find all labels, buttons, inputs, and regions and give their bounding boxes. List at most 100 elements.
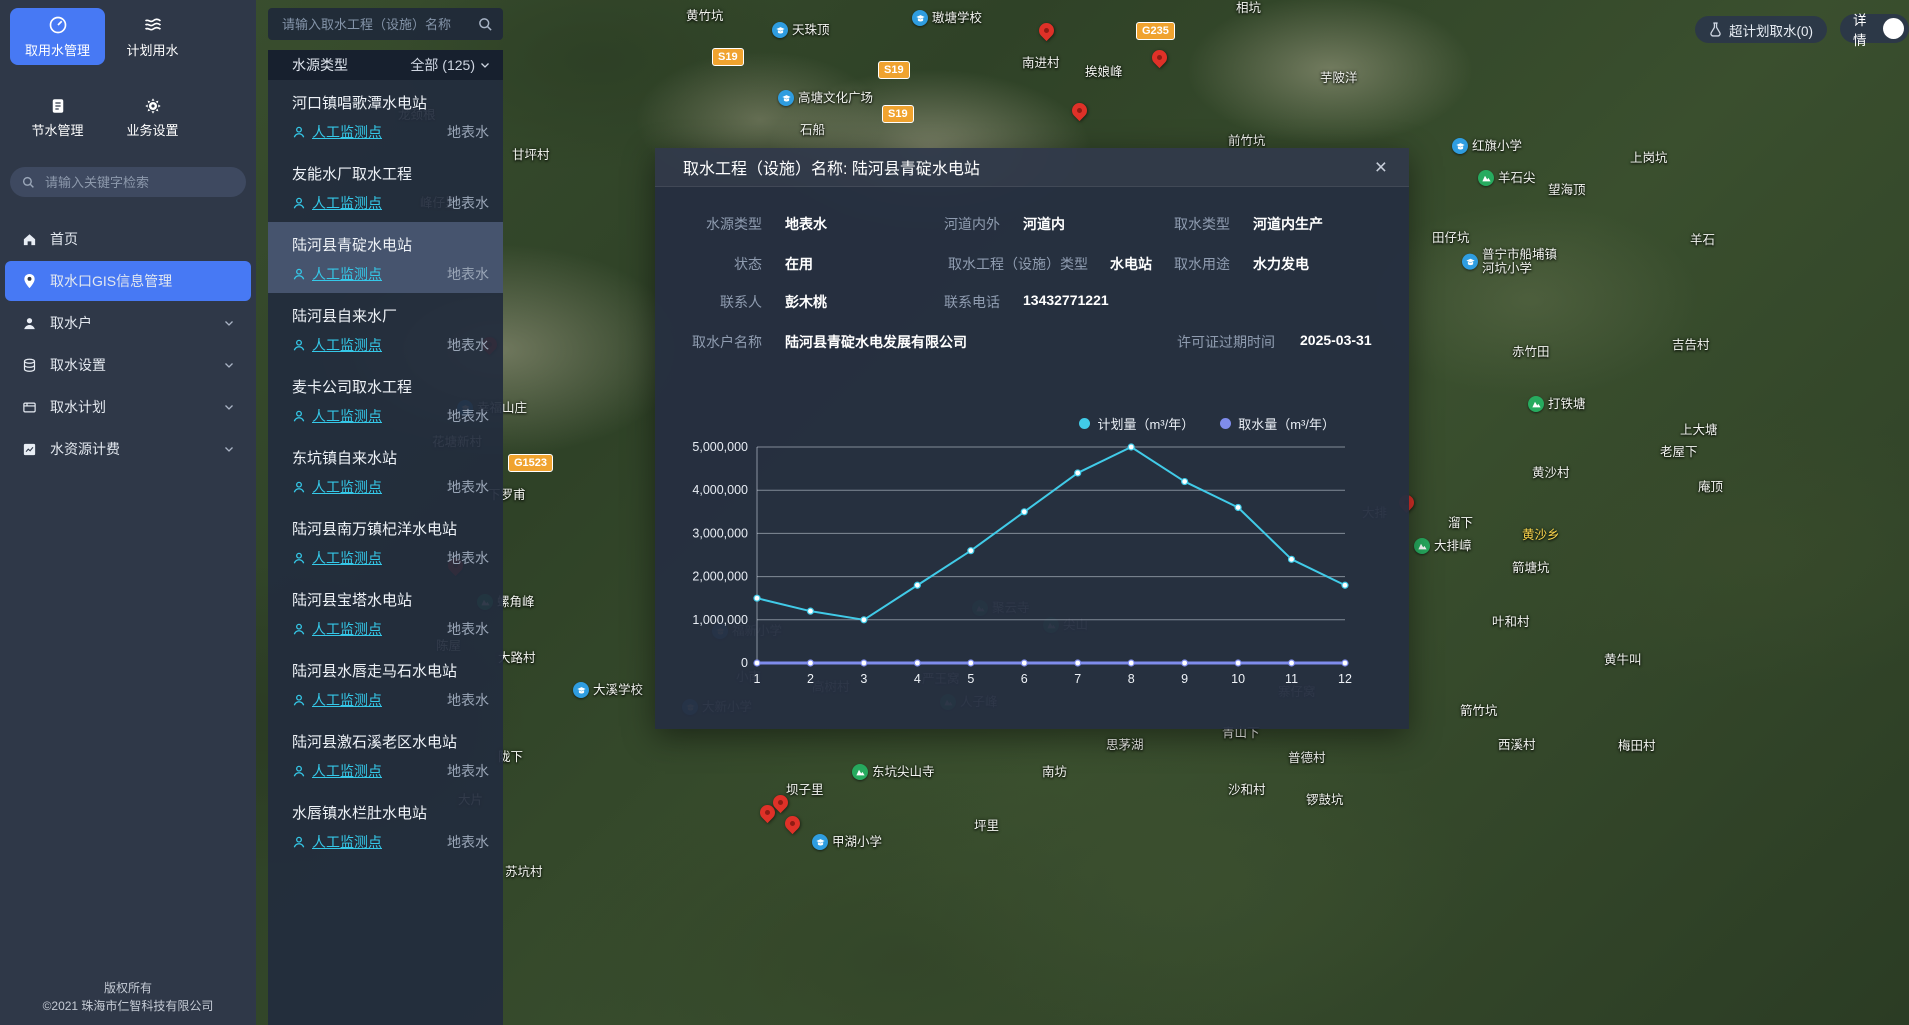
document-icon (49, 97, 67, 115)
sidebar-item-1[interactable]: 取水口GIS信息管理 (5, 261, 251, 301)
map-label-text: 坝子里 (786, 783, 824, 797)
person-icon (292, 267, 306, 281)
chevron-down-icon (479, 59, 491, 71)
map-label: 赤竹田 (1512, 345, 1550, 359)
filter-label: 水源类型 (292, 55, 348, 75)
sidebar-search-input[interactable] (43, 174, 234, 191)
module-tile-label: 业务设置 (126, 120, 178, 139)
station-list-item[interactable]: 东坑镇自来水站 人工监测点 地表水 (268, 435, 503, 506)
map-label: 南进村 (1022, 56, 1060, 70)
station-name: 东坑镇自来水站 (292, 447, 489, 468)
module-tile-2[interactable]: 节水管理 (10, 89, 105, 146)
water-source-type: 地表水 (447, 406, 489, 426)
field-label: 取水类型 (1030, 214, 1230, 234)
map-label: 西溪村 (1498, 738, 1536, 752)
monitor-type: 人工监测点 (312, 477, 382, 497)
map-label: 黄沙乡 (1522, 528, 1560, 542)
person-icon (292, 125, 306, 139)
module-tile-0[interactable]: 取用水管理 (10, 8, 105, 65)
school-poi-icon[interactable] (778, 90, 794, 106)
map-label: 箭塘坑 (1512, 561, 1550, 575)
nature-poi-icon[interactable] (1528, 396, 1544, 412)
over-plan-label: 超计划取水(0) (1729, 20, 1813, 40)
field-label: 联系电话 (800, 292, 1000, 312)
school-poi-icon[interactable] (1462, 254, 1478, 270)
map-label-text: 甲湖小学 (832, 835, 882, 849)
chevron-down-icon (223, 317, 235, 329)
sidebar-item-5[interactable]: 水资源计费 (5, 429, 251, 469)
station-list-item[interactable]: 友能水厂取水工程 人工监测点 地表水 (268, 151, 503, 222)
school-poi-icon[interactable] (912, 10, 928, 26)
person-icon (292, 693, 306, 707)
map-label: 坝子里 (786, 783, 824, 797)
nature-poi-icon[interactable] (1478, 170, 1494, 186)
station-list-item[interactable]: 陆河县南万镇杞洋水电站 人工监测点 地表水 (268, 506, 503, 577)
gear-icon (144, 97, 162, 115)
station-list-item[interactable]: 水唇镇水栏肚水电站 人工监测点 地表水 (268, 790, 503, 861)
school-poi-icon[interactable] (812, 834, 828, 850)
field-value: 水力发电 (1253, 254, 1309, 274)
map-label-text: 大排嶂 (1434, 539, 1472, 553)
person-icon (292, 480, 306, 494)
map-label-text: 锣鼓坑 (1306, 793, 1344, 807)
school-poi-icon[interactable] (772, 22, 788, 38)
field-label: 河道内外 (800, 214, 1000, 234)
nature-poi-icon[interactable] (852, 764, 868, 780)
water-source-type: 地表水 (447, 690, 489, 710)
map-label: 大排嶂 (1414, 538, 1472, 554)
map-label: 南坊 (1042, 765, 1067, 779)
close-icon[interactable]: × (1375, 157, 1387, 178)
map-label: 天珠顶 (772, 22, 830, 38)
station-list-item[interactable]: 陆河县自来水厂 人工监测点 地表水 (268, 293, 503, 364)
map-label-text: 黄沙村 (1532, 466, 1570, 480)
map-label-text: 庵顶 (1698, 480, 1723, 494)
station-list-item[interactable]: 陆河县宝塔水电站 人工监测点 地表水 (268, 577, 503, 648)
map-label-text: 挨娘峰 (1085, 65, 1123, 79)
school-poi-icon[interactable] (1452, 138, 1468, 154)
sidebar-item-4[interactable]: 取水计划 (5, 387, 251, 427)
module-tile-1[interactable]: 计划用水 (105, 8, 200, 65)
school-poi-icon[interactable] (573, 682, 589, 698)
station-list-item[interactable]: 陆河县水唇走马石水电站 人工监测点 地表水 (268, 648, 503, 719)
map-label: 黄牛叫 (1604, 653, 1642, 667)
station-search-input[interactable] (280, 16, 478, 33)
sidebar-item-3[interactable]: 取水设置 (5, 345, 251, 385)
water-source-type: 地表水 (447, 335, 489, 355)
sidebar-item-0[interactable]: 首页 (5, 219, 251, 259)
sidebar-item-2[interactable]: 取水户 (5, 303, 251, 343)
search-icon[interactable] (478, 17, 493, 32)
road-badge: S19 (712, 48, 744, 66)
copyright-line1: 版权所有 (0, 979, 256, 997)
person-icon (292, 551, 306, 565)
road-badge: S19 (882, 105, 914, 123)
modal-title: 取水工程（设施）名称: 陆河县青碇水电站 (683, 155, 980, 179)
map-label: 芋陂洋 (1320, 71, 1358, 85)
module-tile-3[interactable]: 业务设置 (105, 89, 200, 146)
nature-poi-icon[interactable] (1414, 538, 1430, 554)
map-label-text: 溜下 (1448, 516, 1473, 530)
station-list-item[interactable]: 陆河县激石溪老区水电站 人工监测点 地表水 (268, 719, 503, 790)
station-name: 陆河县自来水厂 (292, 305, 489, 326)
home-icon (21, 232, 37, 247)
map-label-text: S19 (878, 61, 910, 79)
map-label-text: 相坑 (1236, 1, 1261, 15)
svg-text:12: 12 (1338, 672, 1352, 686)
map-label: 羊石尖 (1478, 170, 1536, 186)
map-label: 田仔坑 (1432, 231, 1470, 245)
map-label: 庵顶 (1698, 480, 1723, 494)
sidebar-item-label: 取水设置 (50, 355, 106, 375)
map-label-text: 黄竹坑 (686, 9, 724, 23)
map-label-text: S19 (712, 48, 744, 66)
detail-toggle[interactable]: 详情 (1840, 14, 1909, 43)
map-label-text: 坪里 (974, 819, 999, 833)
map-label: 璈塘学校 (912, 10, 982, 26)
over-plan-button[interactable]: 超计划取水(0) (1695, 16, 1827, 43)
monitor-type: 人工监测点 (312, 193, 382, 213)
station-list-item[interactable]: 陆河县青碇水电站 人工监测点 地表水 (268, 222, 503, 293)
source-type-dropdown[interactable]: 全部 (125) (410, 55, 491, 75)
station-list-item[interactable]: 麦卡公司取水工程 人工监测点 地表水 (268, 364, 503, 435)
map-label: 坪里 (974, 819, 999, 833)
svg-text:1,000,000: 1,000,000 (692, 613, 748, 627)
detail-label: 详情 (1853, 9, 1876, 49)
station-list-item[interactable]: 河口镇唱歌潭水电站 人工监测点 地表水 (268, 80, 503, 151)
